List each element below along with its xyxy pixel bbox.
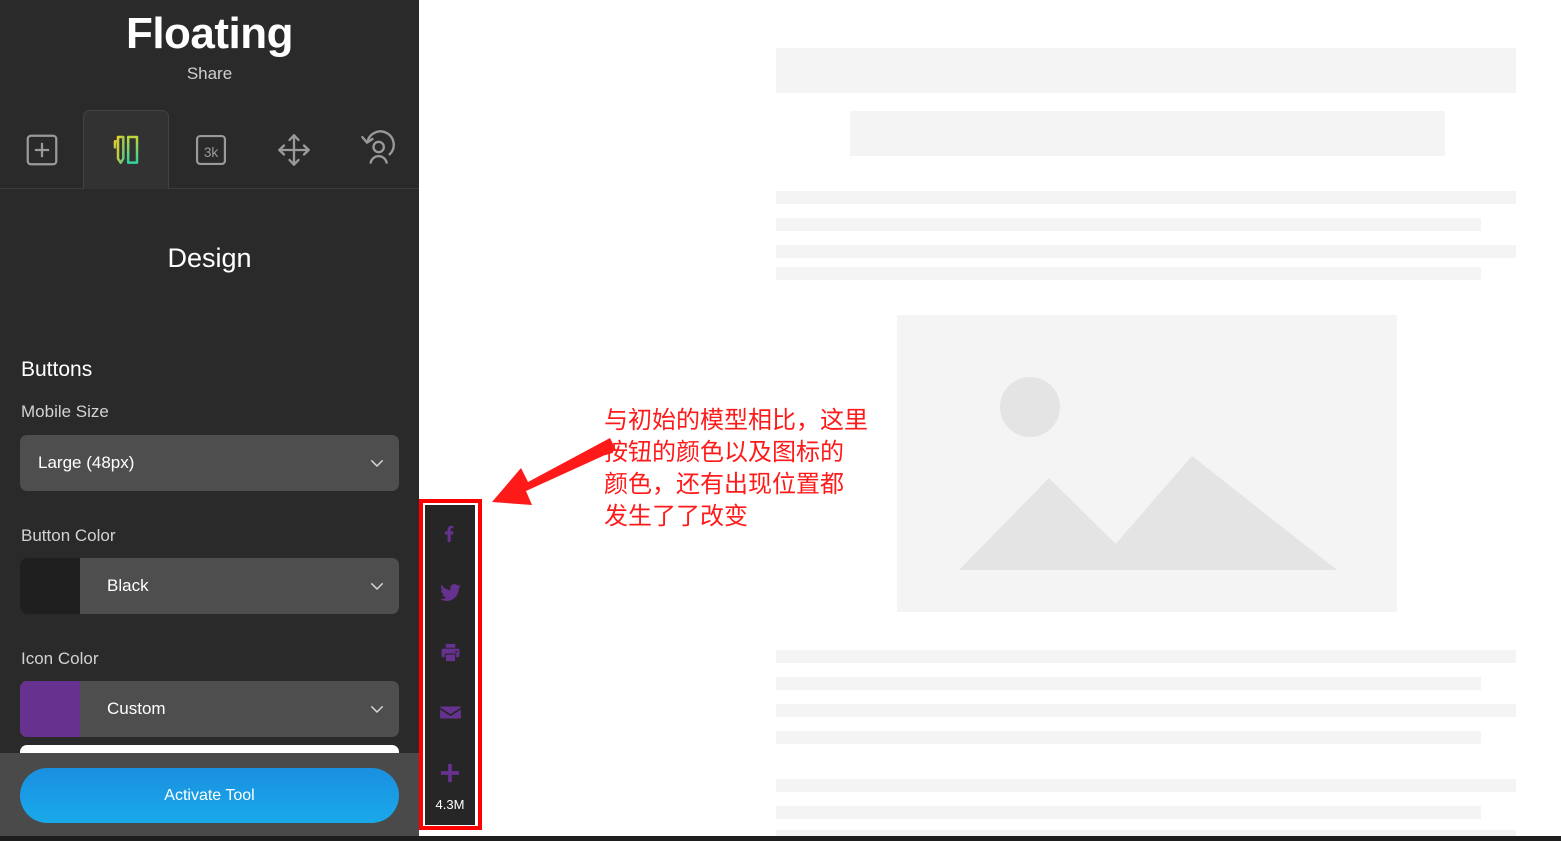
floating-share-bar: 4.3M [425,505,475,825]
chevron-down-icon [355,700,399,718]
skeleton-block [776,779,1516,792]
skeleton-block [776,245,1516,258]
chevron-down-icon [355,454,399,472]
skeleton-block [776,704,1516,717]
envelope-icon [438,700,463,730]
skeleton-block [776,731,1481,744]
skeleton-block [850,111,1445,156]
annotation-line: 与初始的模型相比，这里 [604,406,868,434]
image-placeholder-icon [959,377,1337,570]
facebook-icon [438,521,462,550]
counter-3k-icon: 3k [192,131,230,169]
tab-counts[interactable]: 3k [169,110,252,189]
mobile-size-value: Large (48px) [38,453,135,472]
print-share-button[interactable] [425,625,475,685]
page-title: Design [167,243,252,273]
printer-icon [439,641,462,669]
tab-add[interactable] [0,110,83,189]
tab-design[interactable] [83,110,169,189]
icon-color-swatch[interactable] [20,681,80,737]
share-total-count: 4.3M [435,797,465,812]
twitter-share-button[interactable] [425,565,475,625]
app-subtitle: Share [186,63,233,83]
facebook-share-button[interactable] [425,505,475,565]
skeleton-block [776,48,1516,93]
plus-square-icon [23,131,61,169]
sidebar-header: Floating Share [0,0,419,84]
more-share-button[interactable] [425,745,475,805]
tab-position[interactable] [252,110,335,189]
skeleton-block [776,650,1516,663]
tab-strip: 3k [0,110,419,189]
annotation-line: 按钮的颜色以及图标的 [604,438,844,466]
app-title: Floating [125,9,294,58]
skeleton-block [776,218,1481,231]
activate-tool-label: Activate Tool [164,786,255,804]
label-mobile-size: Mobile Size [21,402,109,421]
move-arrows-icon [274,130,314,170]
chevron-down-icon [355,577,399,595]
label-icon-color: Icon Color [21,649,99,668]
pencil-ruler-icon [106,130,146,170]
label-button-color: Button Color [21,526,116,545]
skeleton-block [776,677,1481,690]
svg-text:3k: 3k [203,144,218,159]
design-sidebar: Floating Share 3k Design Buttons Mobile … [0,0,419,841]
button-color-select[interactable]: Black [20,558,399,614]
activate-tool-button[interactable]: Activate Tool [20,768,399,823]
icon-color-value: Custom [107,699,166,718]
button-color-value: Black [107,576,149,595]
skeleton-block [776,191,1516,204]
skeleton-block [776,267,1481,280]
email-share-button[interactable] [425,685,475,745]
image-placeholder [897,315,1397,612]
icon-color-select[interactable]: Custom [20,681,399,737]
annotation-text: 与初始的模型相比，这里 按钮的颜色以及图标的 颜色，还有出现位置都 发生了了改变 [604,404,894,532]
skeleton-block [776,806,1481,819]
user-return-icon [357,129,397,170]
plus-icon [437,760,463,791]
annotation-line: 发生了了改变 [604,502,748,530]
button-color-swatch[interactable] [20,558,80,614]
section-heading-buttons: Buttons [21,358,93,381]
app-root: Floating Share 3k Design Buttons Mobile … [0,0,1561,841]
annotation-line: 颜色，还有出现位置都 [604,470,844,498]
twitter-icon [438,580,463,610]
mobile-size-select[interactable]: Large (48px) [20,435,399,491]
tab-recover[interactable] [336,110,419,189]
bottom-strip [0,836,1561,841]
